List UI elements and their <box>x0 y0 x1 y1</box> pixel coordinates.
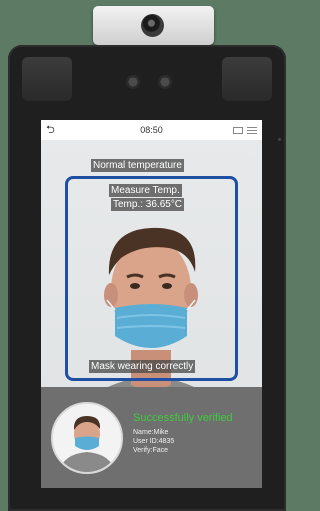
mask-status-label: Mask wearing correctly <box>89 360 196 373</box>
right-sensor <box>222 57 272 101</box>
camera-lens-icon <box>141 14 164 37</box>
user-face-thumbnail <box>53 404 121 472</box>
menu-icon[interactable] <box>247 126 257 134</box>
left-sensor <box>22 57 72 101</box>
user-name: Name:Mike <box>133 429 169 436</box>
light-sensor-icon <box>158 75 172 89</box>
user-id: User ID:4835 <box>133 438 175 445</box>
status-bar: ⮌ 08:50 <box>41 120 262 140</box>
temperature-reading: Temp.: 36.65°C <box>111 198 185 211</box>
clock: 08:50 <box>140 125 163 135</box>
measure-temp-label: Measure Temp. <box>109 184 182 197</box>
verify-mode: Verify:Face <box>133 447 169 454</box>
verification-title: Successfully verified <box>133 412 233 424</box>
ir-sensor-icon <box>126 75 140 89</box>
avatar <box>51 402 123 474</box>
normal-temperature-label: Normal temperature <box>91 159 184 172</box>
device-screen: ⮌ 08:50 Normal temperature Measure Temp.… <box>41 120 262 488</box>
camera-module <box>93 6 214 45</box>
indicator-dot <box>278 138 281 141</box>
